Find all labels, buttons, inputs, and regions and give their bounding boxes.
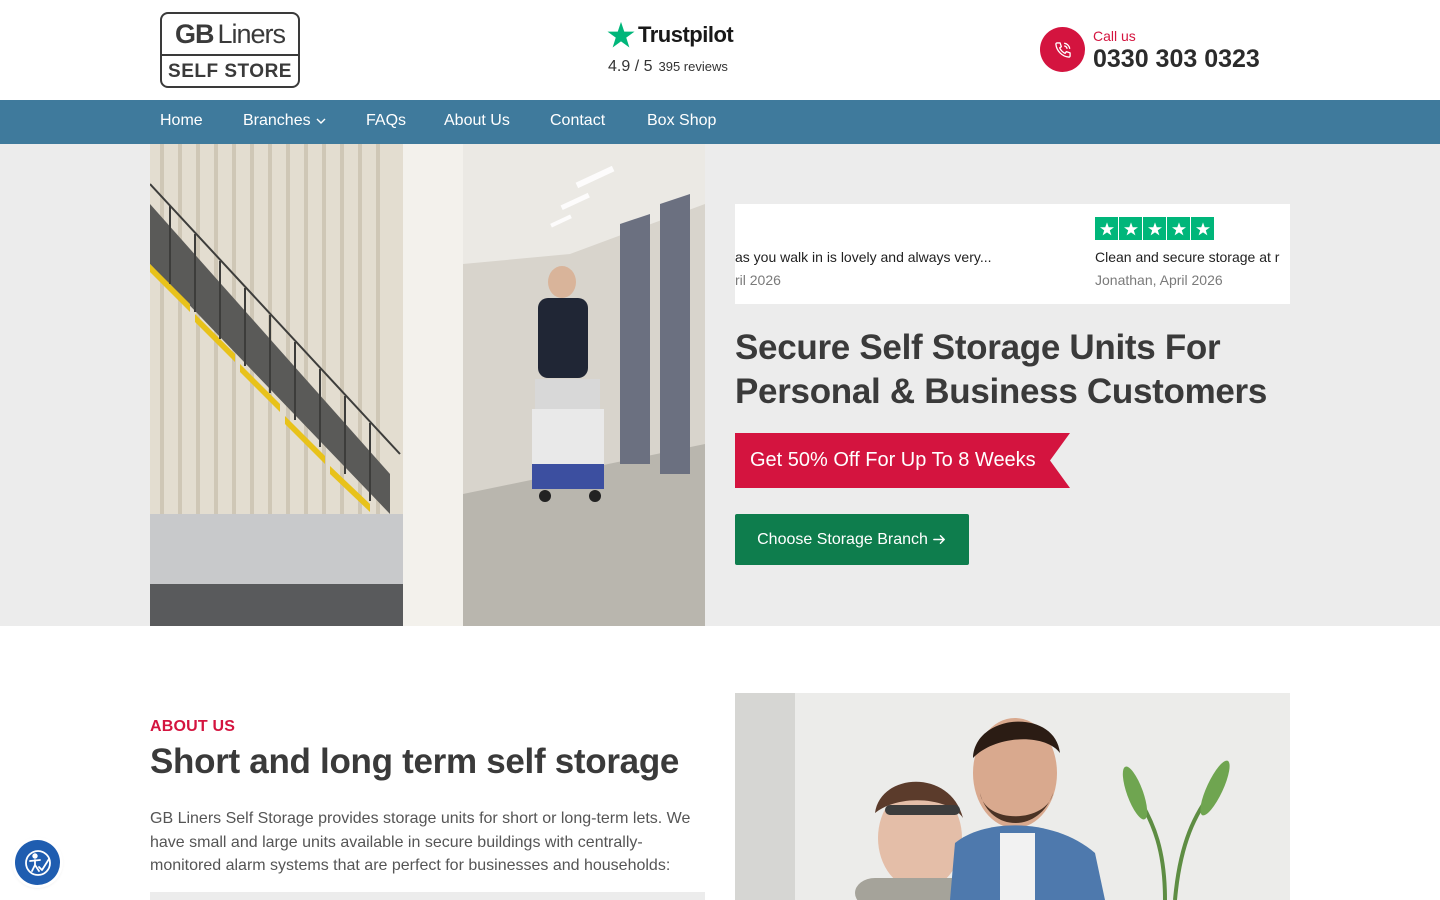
arrow-right-icon [933,535,945,544]
phone-icon[interactable] [1040,27,1085,72]
trustpilot-star-icon [607,21,635,48]
review-author-date: ril 2026 [735,272,781,288]
nav-about-us[interactable]: About Us [444,112,510,130]
site-header: GB Liners SELF STORE Trustpilot 4.9 / 5 39… [0,0,1440,100]
hero-section: as you walk in is lovely and always very… [0,144,1440,626]
chevron-down-icon [316,118,326,124]
site-logo[interactable]: GB Liners SELF STORE [160,12,300,88]
call-label: Call us [1093,28,1136,44]
trustpilot-review-count: 395 reviews [658,59,728,74]
about-strip [150,892,705,900]
review-author-date: Jonathan, April 2026 [1095,272,1223,288]
star-icon [1119,217,1142,240]
nav-box-shop[interactable]: Box Shop [647,112,716,130]
star-icon [1191,217,1214,240]
couple-photo [735,693,1290,900]
accessibility-icon[interactable] [15,840,60,885]
about-title: Short and long term self storage [150,742,680,781]
trustpilot-review-carousel[interactable]: as you walk in is lovely and always very… [735,204,1290,304]
hero-title: Secure Self Storage Units For Personal &… [735,326,1290,414]
hero-title-line-1: Secure Self Storage Units For [735,328,1221,367]
logo-wordmark: GB Liners [162,14,298,56]
about-eyebrow: ABOUT US [150,718,236,735]
hero-storage-photo [150,144,705,626]
logo-liners: Liners [217,18,286,49]
review-text: as you walk in is lovely and always very… [735,249,992,265]
review-text: Clean and secure storage at r [1095,249,1280,265]
review-card: as you walk in is lovely and always very… [735,204,1075,304]
nav-branches[interactable]: Branches [243,112,327,130]
logo-gb: GB [174,18,214,49]
choose-storage-branch-button[interactable]: Choose Storage Branch [735,514,969,565]
trustpilot-rating[interactable]: Trustpilot 4.9 / 5 395 reviews [606,20,736,80]
review-stars [1095,217,1214,240]
nav-faqs[interactable]: FAQs [366,112,406,130]
star-icon [1095,217,1118,240]
offer-text: Get 50% Off For Up To 8 Weeks [750,449,1036,471]
nav-contact[interactable]: Contact [550,112,605,130]
about-body: GB Liners Self Storage provides storage … [150,810,691,874]
trustpilot-score-line: 4.9 / 5 395 reviews [608,58,728,76]
star-icon [1143,217,1166,240]
hero-title-line-2: Personal & Business Customers [735,372,1268,411]
nav-branches-label: Branches [243,112,311,129]
logo-self-store: SELF STORE [168,61,292,82]
trustpilot-name: Trustpilot [638,22,734,47]
review-card: Clean and secure storage at r Jonathan, … [1095,204,1290,304]
main-nav: Home Branches FAQs About Us Contact Box … [0,100,1440,144]
nav-home[interactable]: Home [160,112,203,130]
cta-label: Choose Storage Branch [757,530,928,548]
call-us[interactable]: Call us 0330 303 0323 [1040,26,1280,76]
trustpilot-score: 4.9 / 5 [608,58,653,75]
star-icon [1167,217,1190,240]
phone-number[interactable]: 0330 303 0323 [1093,45,1260,74]
offer-banner: Get 50% Off For Up To 8 Weeks [735,433,1070,488]
